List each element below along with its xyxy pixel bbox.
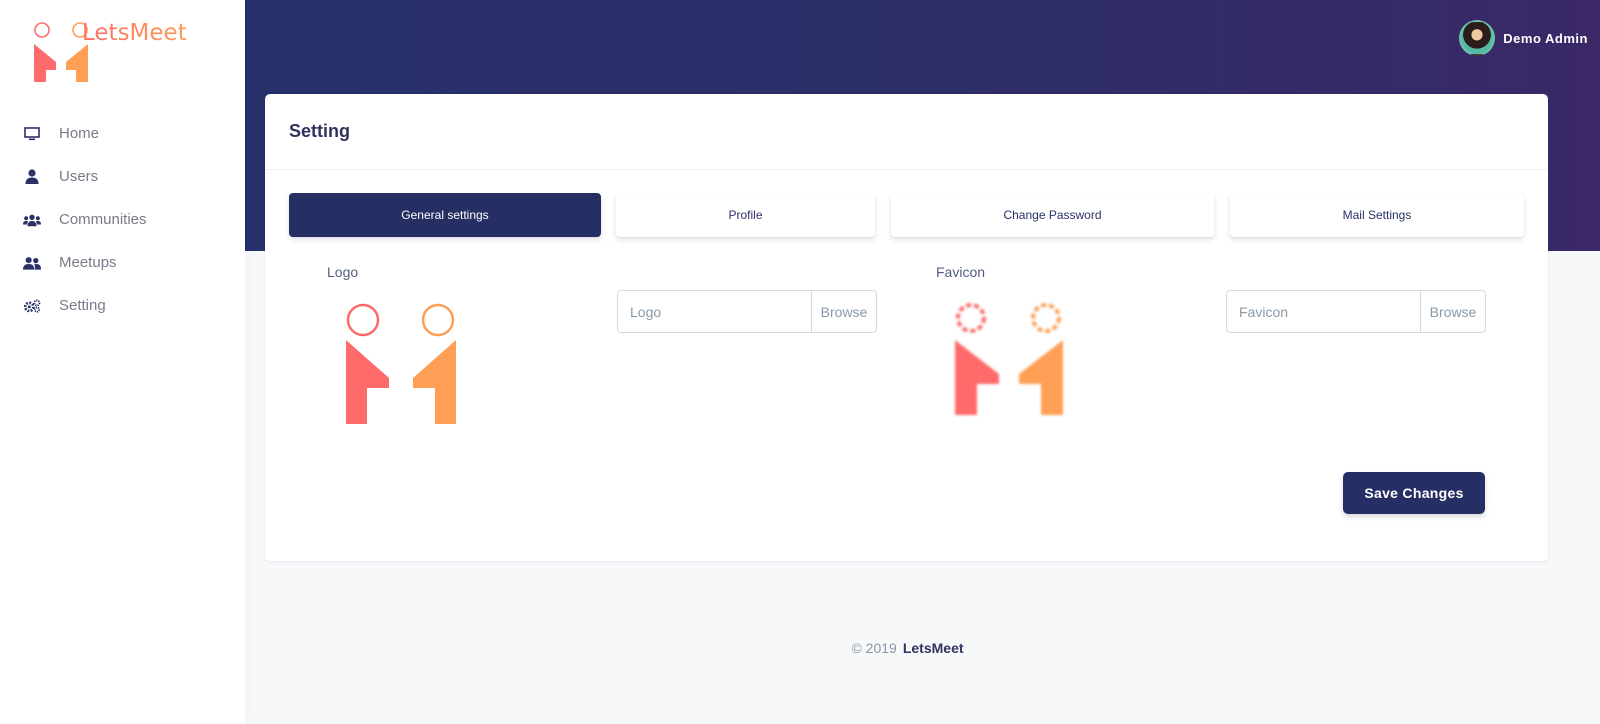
- letsmeet-logo-icon: [34, 22, 88, 82]
- avatar[interactable]: [1459, 20, 1496, 56]
- brand-logo[interactable]: [30, 20, 90, 84]
- sidebar-item-label: Setting: [59, 297, 106, 314]
- user-name[interactable]: Demo Admin: [1503, 31, 1588, 46]
- user-menu[interactable]: Demo Admin: [1459, 20, 1588, 56]
- logo-label: Logo: [327, 264, 359, 280]
- gears-icon: [23, 297, 41, 315]
- favicon-label: Favicon: [936, 264, 986, 280]
- brand-name[interactable]: LetsMeet: [82, 20, 187, 46]
- logo-field[interactable]: [618, 291, 811, 332]
- sidebar-item-setting[interactable]: Setting: [0, 284, 245, 327]
- letsmeet-favicon-icon: [955, 303, 1063, 415]
- sidebar-item-meetups[interactable]: Meetups: [0, 241, 245, 284]
- sidebar-item-users[interactable]: Users: [0, 155, 245, 198]
- favicon-browse-button[interactable]: Browse: [1420, 291, 1485, 332]
- sidebar-item-label: Meetups: [59, 254, 117, 271]
- sidebar-item-home[interactable]: Home: [0, 112, 245, 155]
- sidebar-item-label: Users: [59, 168, 99, 185]
- letsmeet-logo-icon: [346, 303, 456, 424]
- footer-copyright: © 2019: [851, 640, 897, 656]
- sidebar-item-label: Communities: [59, 211, 147, 228]
- settings-card: Setting General settings Profile Change …: [265, 94, 1548, 561]
- tab-profile[interactable]: Profile: [616, 193, 875, 237]
- card-header: Setting: [265, 94, 1548, 170]
- tab-change-password[interactable]: Change Password: [891, 193, 1214, 237]
- settings-tabs: General settings Profile Change Password…: [265, 193, 1548, 237]
- tab-mail-settings[interactable]: Mail Settings: [1230, 193, 1524, 237]
- tab-general-settings[interactable]: General settings: [289, 193, 601, 237]
- users-group-icon: [23, 211, 41, 229]
- logo-preview: [345, 302, 457, 431]
- logo-browse-button[interactable]: Browse: [811, 291, 876, 332]
- save-changes-button[interactable]: Save Changes: [1343, 472, 1485, 514]
- user-icon: [23, 168, 41, 186]
- user-friends-icon: [23, 254, 41, 272]
- favicon-field[interactable]: [1227, 291, 1420, 332]
- sidebar-item-communities[interactable]: Communities: [0, 198, 245, 241]
- sidebar: LetsMeet Home Users Communities Meetups: [0, 0, 245, 724]
- footer-brand-link[interactable]: LetsMeet: [903, 640, 964, 656]
- footer: © 2019 LetsMeet: [245, 640, 1570, 656]
- logo-file-input[interactable]: Browse: [617, 290, 877, 333]
- sidebar-nav: Home Users Communities Meetups Setting: [0, 112, 245, 327]
- favicon-file-input[interactable]: Browse: [1226, 290, 1486, 333]
- monitor-icon: [23, 125, 41, 143]
- sidebar-item-label: Home: [59, 125, 100, 142]
- page-title: Setting: [289, 121, 350, 141]
- favicon-preview: [953, 302, 1065, 423]
